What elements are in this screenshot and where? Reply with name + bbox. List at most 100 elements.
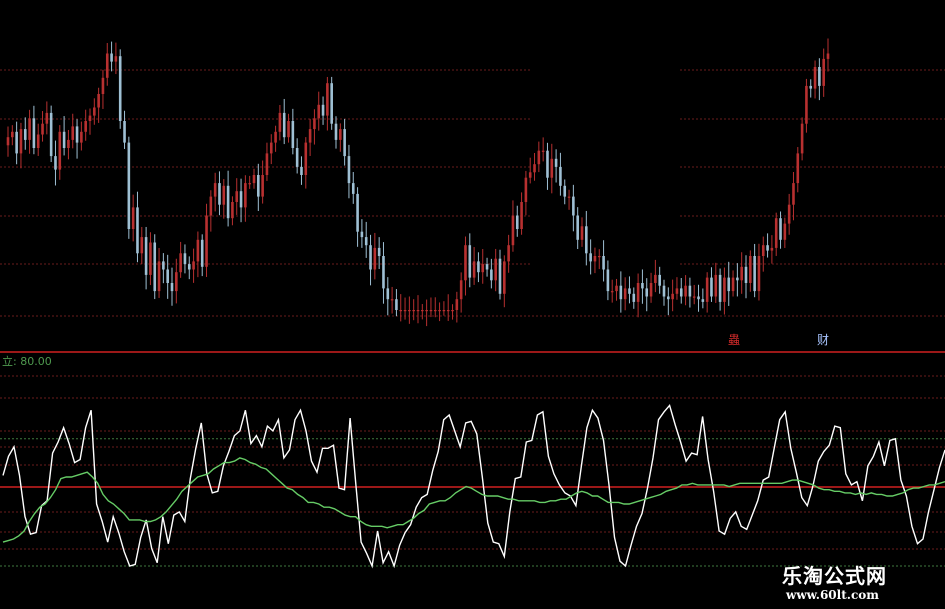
candle: [15, 121, 18, 165]
candle: [679, 278, 683, 304]
candle-body: [162, 261, 165, 270]
price-panel-grid: [0, 69, 945, 317]
candle-body: [472, 261, 476, 278]
candle: [675, 277, 679, 300]
candle-body: [58, 131, 62, 170]
candle-body: [761, 245, 765, 256]
candle: [800, 117, 804, 161]
candle: [718, 268, 722, 311]
candle: [597, 249, 601, 270]
candle-body: [19, 129, 23, 154]
candle-body: [403, 310, 407, 312]
candle-body: [710, 277, 713, 297]
candle-body: [757, 256, 761, 292]
candle: [429, 297, 433, 318]
candle: [688, 277, 692, 308]
candle: [753, 243, 756, 298]
candle: [127, 136, 131, 239]
candle-body: [818, 67, 821, 86]
candle-body: [71, 126, 75, 140]
candle: [140, 226, 144, 265]
candle-body: [766, 245, 769, 251]
candle-body: [787, 204, 791, 224]
candle: [593, 247, 597, 274]
candle: [36, 123, 40, 156]
candle: [446, 294, 450, 321]
candle-body: [731, 277, 735, 292]
candle: [779, 211, 782, 249]
candle: [636, 273, 640, 318]
candle-body: [416, 310, 420, 312]
candle: [11, 125, 14, 146]
candle-body: [567, 196, 571, 198]
candle: [269, 134, 273, 165]
candle: [692, 284, 696, 305]
candle-body: [606, 269, 610, 292]
candle: [97, 87, 100, 123]
candle: [645, 278, 649, 312]
candle: [351, 171, 355, 204]
candle-body: [114, 56, 118, 62]
candle: [58, 125, 62, 180]
candle-body: [641, 283, 644, 289]
candle: [783, 217, 787, 248]
candle-body: [576, 215, 579, 240]
candle-body: [183, 253, 187, 265]
candle-body: [515, 215, 519, 229]
candle-body: [451, 310, 454, 312]
candle-body: [671, 293, 674, 300]
candle-body: [326, 83, 329, 116]
candle: [200, 234, 204, 277]
candle-body: [351, 183, 355, 194]
candle: [615, 278, 618, 301]
candle: [528, 157, 532, 184]
candle: [408, 296, 411, 324]
candle: [477, 252, 480, 283]
candle: [468, 233, 472, 288]
candle: [464, 236, 467, 296]
candle-body: [356, 193, 359, 232]
candle-body: [175, 272, 178, 292]
candle-body: [11, 131, 14, 138]
candle-body: [537, 150, 541, 165]
candle: [131, 194, 135, 242]
candle-body: [421, 310, 424, 312]
candle: [399, 294, 403, 322]
candle: [723, 267, 726, 315]
candle-body: [749, 256, 752, 283]
candle: [822, 48, 825, 97]
candle-body: [498, 258, 502, 294]
candle-body: [723, 277, 726, 302]
candle: [416, 295, 420, 324]
candle: [749, 250, 752, 292]
candle: [75, 119, 79, 159]
candle: [515, 205, 519, 237]
candle-body: [269, 142, 273, 154]
candle: [805, 78, 808, 133]
candle-body: [239, 191, 243, 208]
candle-body: [179, 253, 182, 273]
candle: [101, 69, 105, 109]
candle: [19, 122, 23, 169]
candle-body: [697, 296, 700, 300]
candle-body: [399, 310, 403, 312]
candle: [537, 141, 541, 173]
candle: [339, 123, 342, 152]
candle: [524, 170, 528, 216]
candle: [412, 299, 415, 321]
candle: [761, 236, 765, 272]
candle-body: [511, 215, 515, 246]
candle-body: [205, 215, 208, 267]
candle: [628, 276, 631, 304]
candle: [231, 196, 234, 226]
oscillator-line-white: [2, 403, 945, 569]
candle: [282, 98, 286, 145]
candle: [244, 175, 247, 222]
candle-body: [339, 129, 342, 140]
candle-body: [123, 121, 126, 143]
candle-body: [343, 129, 346, 157]
candle: [425, 299, 428, 327]
candle-body: [412, 310, 415, 312]
candle-body: [464, 245, 467, 281]
candle: [295, 138, 299, 174]
